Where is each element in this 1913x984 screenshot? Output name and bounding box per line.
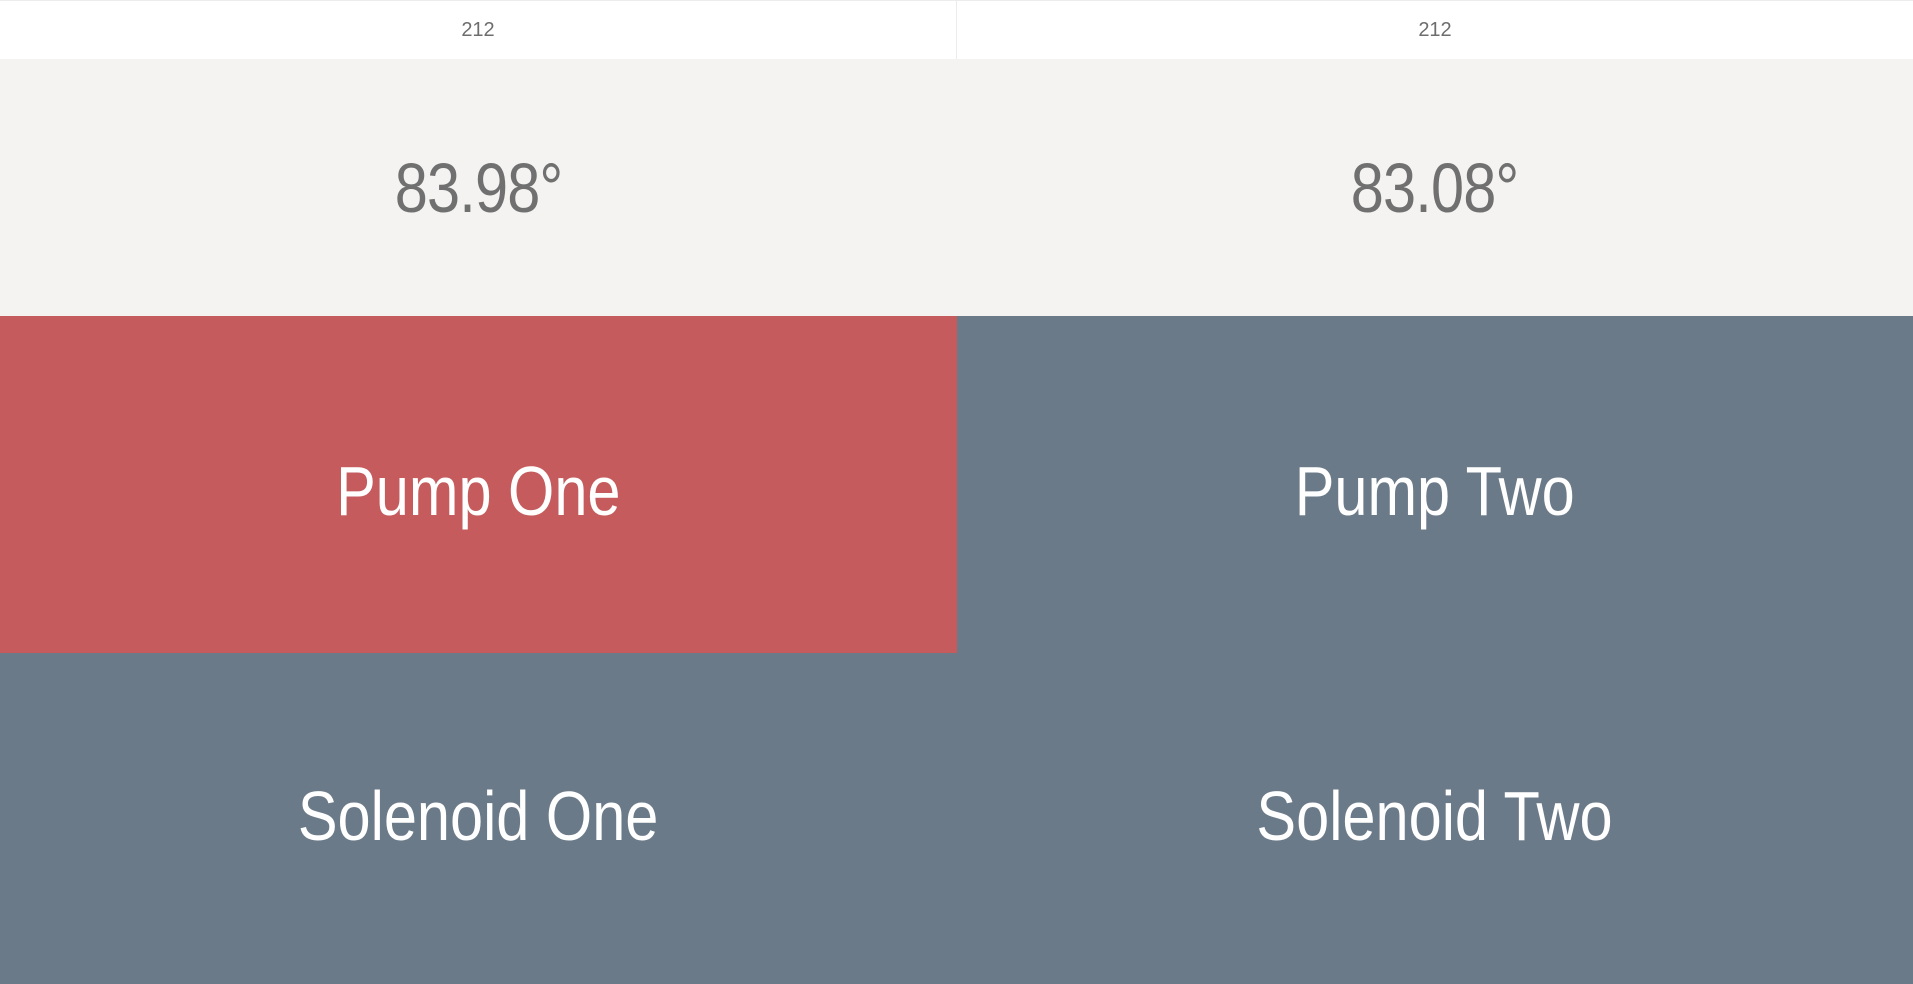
sensor-two-id: 212 <box>957 0 1913 59</box>
sensor-one-id-label: 212 <box>461 18 495 41</box>
pump-two-label: Pump Two <box>1294 451 1576 530</box>
solenoid-two-toggle[interactable]: Solenoid Two <box>957 653 1913 984</box>
control-dashboard: 212 212 83.98° 83.08° Pump One Pump Two … <box>0 0 1913 984</box>
sensor-one-temperature-value: 83.98° <box>394 148 563 227</box>
sensor-two-temperature-value: 83.08° <box>1351 148 1519 227</box>
solenoid-one-toggle[interactable]: Solenoid One <box>0 653 957 984</box>
pump-two-toggle[interactable]: Pump Two <box>957 316 1913 653</box>
pump-one-label: Pump One <box>336 451 621 530</box>
sensor-one-id: 212 <box>0 0 957 59</box>
solenoid-two-label: Solenoid Two <box>1256 776 1614 855</box>
sensor-one-temperature: 83.98° <box>0 59 957 316</box>
sensor-two-id-label: 212 <box>1418 18 1452 41</box>
pump-one-toggle[interactable]: Pump One <box>0 316 957 653</box>
solenoid-one-label: Solenoid One <box>298 776 659 855</box>
sensor-two-temperature: 83.08° <box>957 59 1913 316</box>
